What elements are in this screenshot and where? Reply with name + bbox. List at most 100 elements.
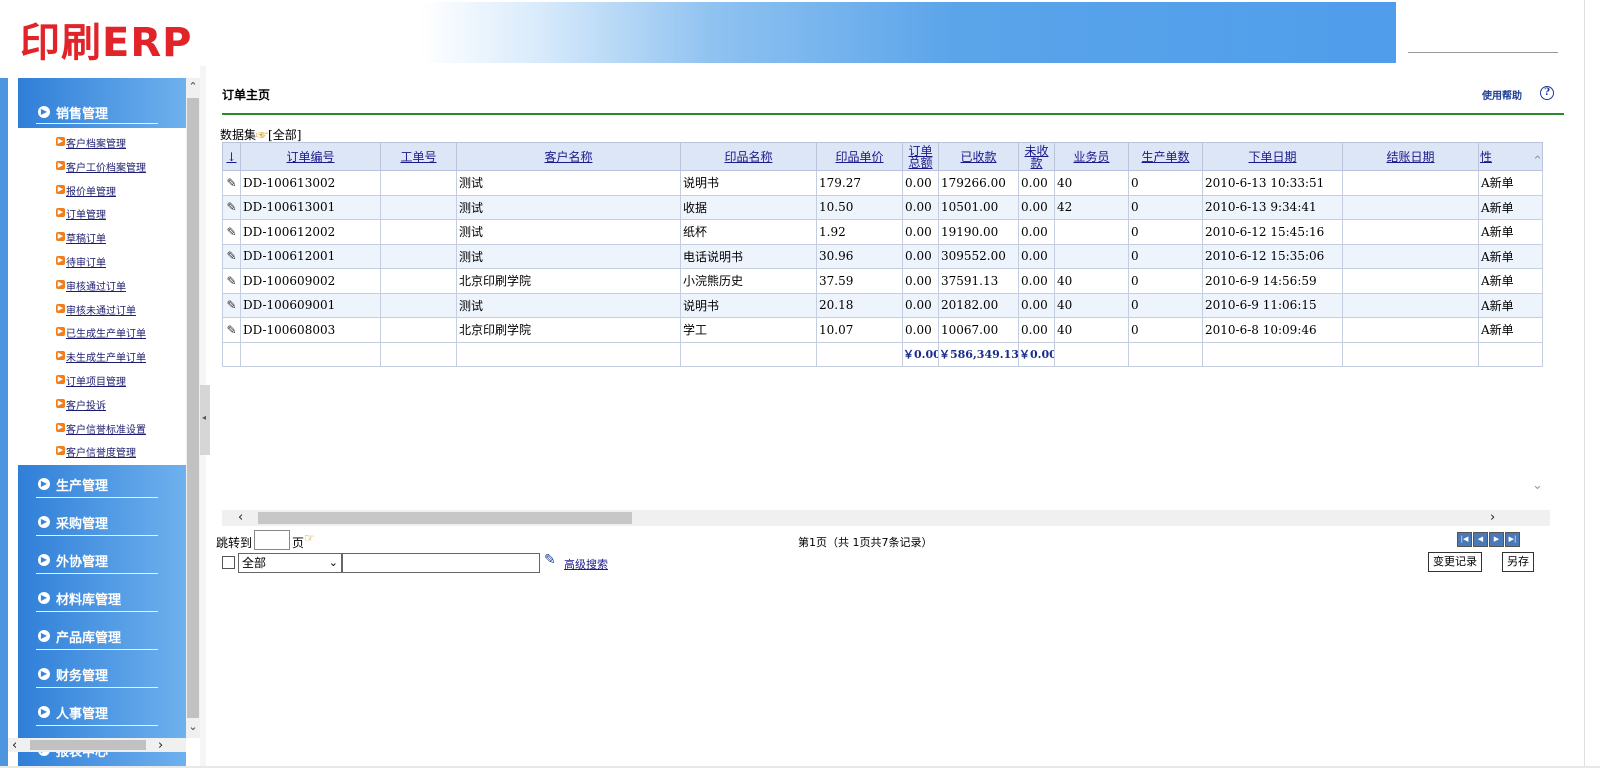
sidebar-item-label[interactable]: 草稿订单 (66, 230, 106, 245)
sidebar-item-label[interactable]: 已生成生产单订单 (66, 325, 146, 340)
help-icon[interactable]: ? (1540, 86, 1554, 100)
sidebar-item-rejected-orders[interactable]: ▶ 审核未通过订单 (18, 299, 186, 323)
pencil-icon[interactable]: ✎ (222, 194, 241, 220)
column-header[interactable]: 已收款 (938, 142, 1019, 171)
search-input[interactable] (342, 553, 540, 573)
scroll-right-icon[interactable]: › (158, 738, 163, 753)
pane-collapse-handle[interactable]: ◂ (200, 385, 210, 455)
sidebar-item-customer-archive[interactable]: ▶ 客户档案管理 (18, 132, 186, 156)
sidebar-scrollbar[interactable]: ⌃ ⌄ (186, 78, 200, 738)
grid-scroll-up-icon[interactable]: ⌃ (1532, 154, 1543, 169)
pencil-icon[interactable]: ✎ (222, 268, 241, 294)
grid-scroll-down-icon[interactable]: ⌄ (1532, 478, 1543, 493)
grid-hscroll-thumb[interactable] (258, 512, 632, 524)
sidebar-item-label[interactable]: 待审订单 (66, 254, 106, 269)
sidebar-item-complaints[interactable]: ▶ 客户投诉 (18, 394, 186, 418)
column-header[interactable]: 下单日期 (1202, 142, 1343, 171)
sidebar-item-label[interactable]: 客户档案管理 (66, 135, 126, 150)
table-row[interactable]: ✎ DD-100608003 北京印刷学院 学工 10.07 0.00 10067.00 0… (222, 317, 1543, 343)
sidebar-item-label[interactable]: 客户投诉 (66, 397, 106, 412)
dataset-selector[interactable]: 数据集☞[全部] (220, 126, 301, 143)
column-header[interactable]: 生产单数 (1128, 142, 1203, 171)
scroll-right-icon[interactable]: › (1490, 510, 1495, 525)
sidebar-group-purchase[interactable]: ▶ 采购管理 (18, 503, 186, 542)
sidebar-group-product-stock[interactable]: ▶ 产品库管理 (18, 617, 186, 656)
jump-page-input[interactable] (254, 530, 290, 550)
change-log-button[interactable]: 变更记录 (1428, 552, 1482, 572)
sort-indicator[interactable]: ↓ (222, 142, 241, 171)
table-row[interactable]: ✎ DD-100612002 测试 纸杯 1.92 0.00 19190.00 0.00 0 2… (222, 219, 1543, 245)
sidebar-item-approved-orders[interactable]: ▶ 审核通过订单 (18, 275, 186, 299)
save-as-button[interactable]: 另存 (1502, 552, 1534, 572)
scroll-up-icon[interactable]: ⌃ (186, 80, 200, 96)
pencil-icon[interactable]: ✎ (222, 170, 241, 196)
sidebar-item-order-items[interactable]: ▶ 订单项目管理 (18, 370, 186, 394)
next-page-icon[interactable]: ▶ (1489, 532, 1504, 547)
sidebar-item-orders[interactable]: ▶ 订单管理 (18, 203, 186, 227)
sidebar-scroll-thumb[interactable] (187, 98, 199, 718)
column-header[interactable]: 印品单价 (816, 142, 903, 171)
column-header[interactable]: 工单号 (380, 142, 457, 171)
advanced-search-link[interactable]: 高级搜索 (564, 556, 608, 572)
column-header[interactable]: 业务员 (1054, 142, 1129, 171)
pencil-icon[interactable]: ✎ (222, 317, 241, 343)
sidebar-group-production[interactable]: ▶ 生产管理 (18, 465, 186, 504)
pager-controls: |◀ ◀ ▶ ▶| (1456, 530, 1520, 547)
column-header[interactable]: 结账日期 (1342, 142, 1479, 171)
sidebar-item-credit-management[interactable]: ▶ 客户信誉度管理 (18, 441, 186, 465)
cell-production-count: 0 (1128, 317, 1203, 343)
scroll-left-icon[interactable]: ‹ (238, 510, 243, 525)
sidebar-item-pending-orders[interactable]: ▶ 待审订单 (18, 251, 186, 275)
sidebar-item-quote[interactable]: ▶ 报价单管理 (18, 180, 186, 204)
search-checkbox[interactable] (222, 556, 235, 569)
column-header[interactable]: 客户名称 (456, 142, 681, 171)
sidebar-item-credit-standard[interactable]: ▶ 客户信誉标准设置 (18, 418, 186, 442)
scroll-left-icon[interactable]: ‹ (12, 738, 17, 753)
dataset-scope[interactable]: [全部] (268, 128, 301, 142)
sidebar-hscrollbar[interactable]: ‹ › (8, 738, 186, 753)
sidebar-item-production-not-created[interactable]: ▶ 未生成生产单订单 (18, 346, 186, 370)
pencil-icon[interactable]: ✎ (222, 292, 241, 318)
sidebar-group-sales[interactable]: ▶ 销售管理 (18, 78, 186, 128)
sidebar-item-label[interactable]: 客户信誉标准设置 (66, 421, 146, 436)
search-icon[interactable]: ✎ (544, 552, 556, 568)
column-header[interactable]: 未收款 (1018, 142, 1055, 171)
pointing-hand-icon[interactable]: ☞ (304, 531, 315, 545)
sidebar-group-finance[interactable]: ▶ 财务管理 (18, 655, 186, 694)
table-row[interactable]: ✎ DD-100609001 测试 说明书 20.18 0.00 20182.00 0.00… (222, 292, 1543, 318)
help-link[interactable]: 使用帮助 (1482, 87, 1522, 102)
table-row[interactable]: ✎ DD-100613002 测试 说明书 179.27 0.00 179266.00 0.… (222, 170, 1543, 196)
pointing-hand-icon[interactable]: ☞ (256, 128, 268, 142)
sidebar-item-customer-price[interactable]: ▶ 客户工价档案管理 (18, 156, 186, 180)
sidebar-group-material-stock[interactable]: ▶ 材料库管理 (18, 579, 186, 618)
sidebar-item-label[interactable]: 订单项目管理 (66, 373, 126, 388)
column-header[interactable]: 印品名称 (680, 142, 817, 171)
sidebar-item-label[interactable]: 客户信誉度管理 (66, 444, 136, 459)
prev-page-icon[interactable]: ◀ (1473, 532, 1488, 547)
sidebar-group-outsourcing[interactable]: ▶ 外协管理 (18, 541, 186, 580)
grid-hscrollbar[interactable]: ‹ › (222, 510, 1550, 526)
column-header[interactable]: 订单编号 (240, 142, 381, 171)
sidebar-item-label[interactable]: 报价单管理 (66, 183, 116, 198)
sidebar-item-draft-orders[interactable]: ▶ 草稿订单 (18, 227, 186, 251)
sidebar-item-label[interactable]: 审核未通过订单 (66, 302, 136, 317)
table-row[interactable]: ✎ DD-100612001 测试 电话说明书 30.96 0.00 309552.00 0… (222, 243, 1543, 269)
pencil-icon[interactable]: ✎ (222, 243, 241, 269)
pencil-icon[interactable]: ✎ (222, 219, 241, 245)
sidebar-item-label[interactable]: 审核通过订单 (66, 278, 126, 293)
cell-settle-date (1342, 268, 1479, 294)
first-page-icon[interactable]: |◀ (1457, 532, 1472, 547)
sidebar-item-label[interactable]: 订单管理 (66, 206, 106, 221)
search-scope-select[interactable]: 全部 ⌄ (238, 553, 342, 573)
sidebar-item-label[interactable]: 客户工价档案管理 (66, 159, 146, 174)
sidebar-item-label[interactable]: 未生成生产单订单 (66, 349, 146, 364)
last-page-icon[interactable]: ▶| (1505, 532, 1520, 547)
sales-submenu: ▶ 客户档案管理 ▶ 客户工价档案管理 ▶ 报价单管理 ▶ 订单管理 ▶ 草稿订单 ▶ 待审… (18, 128, 186, 466)
column-header[interactable]: 订单总额 (902, 142, 939, 171)
table-row[interactable]: ✎ DD-100609002 北京印刷学院 小浣熊历史 37.59 0.00 37591.… (222, 268, 1543, 294)
sidebar-group-hr[interactable]: ▶ 人事管理 (18, 693, 186, 732)
sidebar-item-production-created[interactable]: ▶ 已生成生产单订单 (18, 322, 186, 346)
scroll-down-icon[interactable]: ⌄ (186, 720, 200, 736)
table-row[interactable]: ✎ DD-100613001 测试 收据 10.50 0.00 10501.00 0.00 4… (222, 194, 1543, 220)
sidebar-hscroll-thumb[interactable] (30, 740, 146, 750)
